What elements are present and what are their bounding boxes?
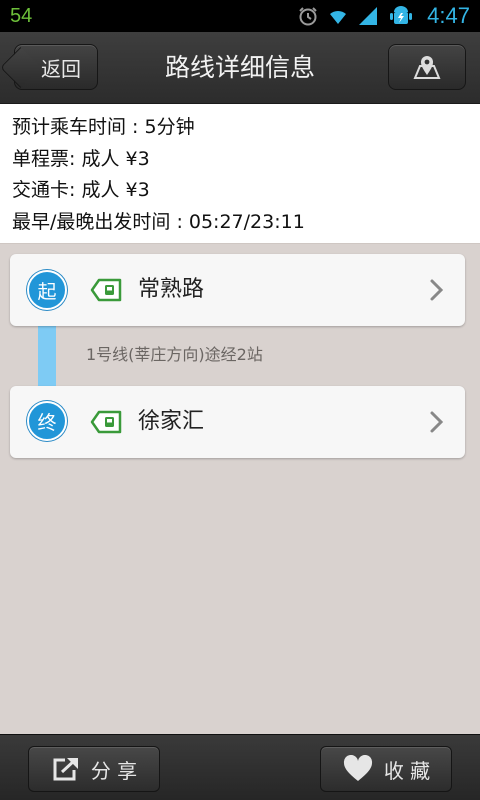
heart-icon — [343, 755, 372, 781]
end-station-name: 徐家汇 — [138, 409, 205, 434]
station-tag-icon — [90, 410, 122, 434]
end-badge: 终 — [27, 401, 67, 441]
route-info-panel: 预计乘车时间 : 5分钟 单程票: 成人 ¥3 交通卡: 成人 ¥3 最早/最晚… — [0, 104, 480, 244]
share-icon — [53, 758, 78, 781]
status-notification-number: 54 — [10, 4, 33, 27]
chevron-right-icon — [430, 411, 444, 433]
back-button[interactable]: 返回 — [14, 44, 98, 90]
back-button-label: 返回 — [41, 56, 81, 81]
end-station-card[interactable]: 徐家汇 — [10, 386, 465, 458]
favorite-button-label: 收 藏 — [383, 758, 431, 783]
favorite-button[interactable]: 收 藏 — [320, 746, 452, 792]
station-tag-icon — [90, 278, 122, 302]
map-pin-icon — [413, 56, 441, 79]
signal-icon — [359, 7, 378, 25]
status-bar: 54 4:47 — [0, 0, 480, 32]
start-station-name: 常熟路 — [138, 277, 205, 302]
departure-times: 最早/最晚出发时间 : 05:27/23:11 — [12, 210, 305, 233]
status-icons: 4:47 — [297, 3, 470, 29]
share-button-label: 分 享 — [90, 758, 138, 783]
transport-card-price: 交通卡: 成人 ¥3 — [12, 179, 150, 201]
segment-info: 1号线(莘庄方向)途经2站 — [86, 345, 263, 364]
title-bar: 返回 路线详细信息 — [0, 32, 480, 104]
travel-time: 预计乘车时间 : 5分钟 — [12, 116, 195, 138]
share-button[interactable]: 分 享 — [28, 746, 160, 792]
map-button[interactable] — [388, 44, 466, 90]
wifi-icon — [330, 10, 347, 24]
battery-android-icon — [390, 6, 413, 24]
alarm-icon — [299, 7, 317, 26]
bottom-action-bar: 分 享 收 藏 — [0, 734, 480, 800]
status-time: 4:47 — [427, 3, 470, 28]
start-station-card[interactable]: 常熟路 — [10, 254, 465, 326]
single-ticket-price: 单程票: 成人 ¥3 — [12, 147, 150, 170]
start-badge: 起 — [27, 270, 67, 310]
chevron-right-icon — [430, 279, 444, 301]
